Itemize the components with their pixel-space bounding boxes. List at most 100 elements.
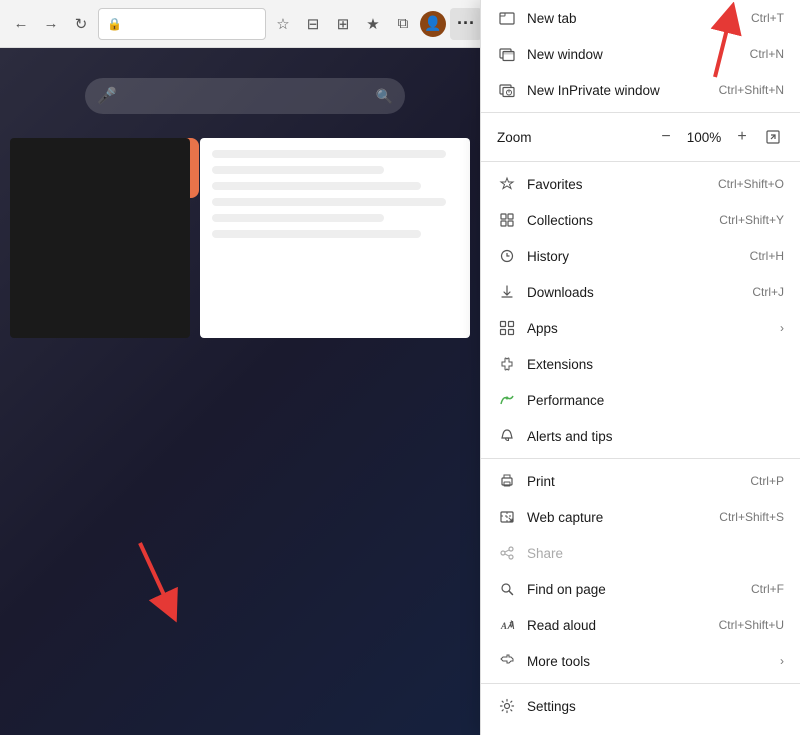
menu-item-share: Share: [481, 535, 800, 571]
downloads-label: Downloads: [527, 285, 744, 300]
zoom-control: Zoom − 100% +: [481, 117, 800, 157]
star-icon[interactable]: ☆: [270, 11, 296, 37]
collections-icon[interactable]: ⊞: [330, 11, 356, 37]
divider-3: [481, 458, 800, 459]
favorites-icon: [497, 174, 517, 194]
performance-icon: [497, 390, 517, 410]
address-bar[interactable]: 🔒: [98, 8, 266, 40]
apps-label: Apps: [527, 321, 776, 336]
favorites-label: Favorites: [527, 177, 710, 192]
performance-label: Performance: [527, 393, 784, 408]
menu-item-moretools[interactable]: More tools ›: [481, 643, 800, 679]
content-line: [212, 198, 446, 206]
menu-item-downloads[interactable]: Downloads Ctrl+J: [481, 274, 800, 310]
context-menu: New tab Ctrl+T New window Ctrl+N New InP…: [480, 0, 800, 735]
settings-label: Settings: [527, 699, 784, 714]
extensions-icon: [497, 354, 517, 374]
menu-item-inprivate[interactable]: New InPrivate window Ctrl+Shift+N: [481, 72, 800, 108]
zoom-label: Zoom: [497, 130, 654, 145]
menu-item-find[interactable]: Find on page Ctrl+F: [481, 571, 800, 607]
content-line: [212, 166, 384, 174]
find-label: Find on page: [527, 582, 743, 597]
downloads-shortcut: Ctrl+J: [752, 285, 784, 299]
menu-item-favorites[interactable]: Favorites Ctrl+Shift+O: [481, 166, 800, 202]
share-icon: [497, 543, 517, 563]
collections-label: Collections: [527, 213, 711, 228]
tabs-icon[interactable]: ⧉: [390, 11, 416, 37]
menu-item-readaloud[interactable]: A 𝐴 Read aloud Ctrl+Shift+U: [481, 607, 800, 643]
browser-background: ← → ↻ 🔒 ☆ ⊟ ⊞ ★ ⧉ 👤 ··· 🎤 🔍 link1: [0, 0, 490, 735]
refresh-button[interactable]: ↻: [68, 11, 94, 37]
zoom-minus-button[interactable]: −: [654, 125, 678, 149]
menu-item-webcapture[interactable]: Web capture Ctrl+Shift+S: [481, 499, 800, 535]
inprivate-icon: [497, 80, 517, 100]
divider-2: [481, 161, 800, 162]
moretools-arrow: ›: [780, 654, 784, 668]
new-window-shortcut: Ctrl+N: [750, 47, 784, 61]
svg-text:A: A: [500, 621, 507, 631]
alerts-icon: [497, 426, 517, 446]
print-icon: [497, 471, 517, 491]
search-bar[interactable]: 🎤 🔍: [85, 78, 405, 114]
menu-item-collections[interactable]: Collections Ctrl+Shift+Y: [481, 202, 800, 238]
collections-shortcut: Ctrl+Shift+Y: [719, 213, 784, 227]
new-window-icon: [497, 44, 517, 64]
history-icon: [497, 246, 517, 266]
downloads-icon: [497, 282, 517, 302]
menu-item-print[interactable]: Print Ctrl+P: [481, 463, 800, 499]
share-label: Share: [527, 546, 784, 561]
zoom-value: 100%: [686, 130, 722, 145]
print-label: Print: [527, 474, 742, 489]
history-label: History: [527, 249, 742, 264]
readaloud-shortcut: Ctrl+Shift+U: [719, 618, 784, 632]
browser-toolbar: ← → ↻ 🔒 ☆ ⊟ ⊞ ★ ⧉ 👤 ···: [0, 0, 490, 48]
collections-icon: [497, 210, 517, 230]
history-shortcut: Ctrl+H: [750, 249, 784, 263]
menu-item-apps[interactable]: Apps ›: [481, 310, 800, 346]
moretools-icon: [497, 651, 517, 671]
moretools-label: More tools: [527, 654, 776, 669]
browser-content: 🎤 🔍 link1 link2 link3: [0, 48, 490, 735]
inprivate-shortcut: Ctrl+Shift+N: [719, 83, 784, 97]
zoom-expand-button[interactable]: [762, 126, 784, 148]
zoom-plus-button[interactable]: +: [730, 125, 754, 149]
favorites-icon[interactable]: ★: [360, 11, 386, 37]
settings-icon: [497, 696, 517, 716]
find-shortcut: Ctrl+F: [751, 582, 784, 596]
dark-content-box: [10, 138, 190, 338]
apps-icon: [497, 318, 517, 338]
divider-4: [481, 683, 800, 684]
zoom-controls: − 100% +: [654, 125, 784, 149]
menu-item-performance[interactable]: Performance: [481, 382, 800, 418]
menu-item-extensions[interactable]: Extensions: [481, 346, 800, 382]
alerts-label: Alerts and tips: [527, 429, 784, 444]
content-line: [212, 230, 421, 238]
user-avatar[interactable]: 👤: [420, 11, 446, 37]
more-options-button[interactable]: ···: [450, 8, 482, 40]
menu-item-new-tab[interactable]: New tab Ctrl+T: [481, 0, 800, 36]
content-panel: [200, 138, 470, 338]
menu-item-history[interactable]: History Ctrl+H: [481, 238, 800, 274]
new-tab-label: New tab: [527, 11, 743, 26]
content-line: [212, 150, 446, 158]
menu-item-help[interactable]: Help and feedback ›: [481, 724, 800, 735]
menu-item-new-window[interactable]: New window Ctrl+N: [481, 36, 800, 72]
back-button[interactable]: ←: [8, 11, 34, 37]
favorites-shortcut: Ctrl+Shift+O: [718, 177, 784, 191]
webcapture-shortcut: Ctrl+Shift+S: [719, 510, 784, 524]
webcapture-label: Web capture: [527, 510, 711, 525]
forward-button[interactable]: →: [38, 11, 64, 37]
menu-item-alerts[interactable]: Alerts and tips: [481, 418, 800, 454]
svg-text:𝐴: 𝐴: [507, 620, 515, 632]
extensions-label: Extensions: [527, 357, 784, 372]
webcapture-icon: [497, 507, 517, 527]
apps-arrow: ›: [780, 321, 784, 335]
split-icon[interactable]: ⊟: [300, 11, 326, 37]
inprivate-label: New InPrivate window: [527, 83, 711, 98]
find-icon: [497, 579, 517, 599]
divider-1: [481, 112, 800, 113]
new-tab-shortcut: Ctrl+T: [751, 11, 784, 25]
menu-item-settings[interactable]: Settings: [481, 688, 800, 724]
print-shortcut: Ctrl+P: [750, 474, 784, 488]
content-line: [212, 214, 384, 222]
